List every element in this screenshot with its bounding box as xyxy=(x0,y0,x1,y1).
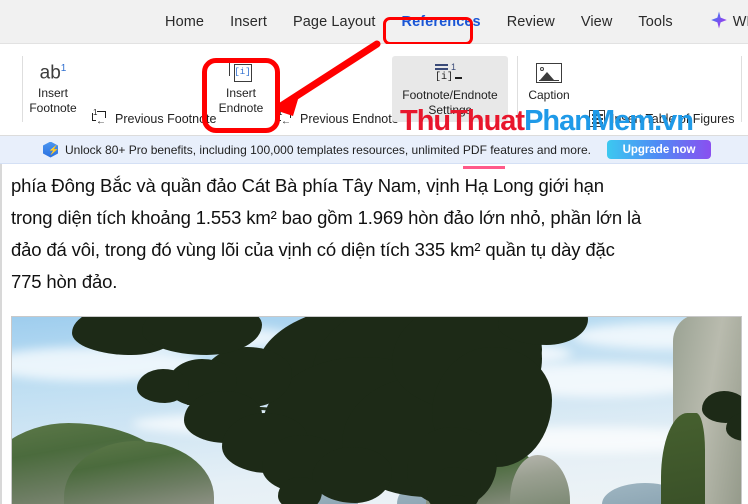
wps-ai-sparkle-icon xyxy=(710,11,728,34)
insert-footnote-label: Insert Footnote xyxy=(29,86,77,115)
insert-endnote-icon: [i] xyxy=(228,56,254,86)
page-left-edge xyxy=(0,164,2,504)
ab-superscript-one-icon: ab1 xyxy=(39,62,67,84)
caption-label: Caption xyxy=(528,88,570,102)
promo-text: Unlock 80+ Pro benefits, including 100,0… xyxy=(65,142,591,157)
ribbon-tab-bar: Home Insert Page Layout References Revie… xyxy=(0,0,748,44)
paragraph-line: đảo đá vôi, trong đó vùng lõi của vịnh c… xyxy=(11,239,615,260)
wps-ai-button[interactable]: WPS xyxy=(710,11,748,34)
footnote-endnote-settings-button[interactable]: 1 [i] Footnote/Endnote Settings xyxy=(392,56,508,122)
tab-view[interactable]: View xyxy=(568,10,626,34)
footnote-endnote-settings-icon: 1 [i] xyxy=(435,58,465,88)
previous-endnote-label: Previous Endnote xyxy=(300,111,399,126)
endnote-mark: [i] xyxy=(233,63,252,82)
wps-office-window: Home Insert Page Layout References Revie… xyxy=(0,0,748,504)
wps-ai-label: WPS xyxy=(732,14,748,30)
picture-caption-icon xyxy=(536,58,562,88)
references-ribbon: ab1 Insert Footnote 1 ← Previous Footnote… xyxy=(0,44,748,157)
tab-insert[interactable]: Insert xyxy=(217,10,280,34)
tab-references[interactable]: References xyxy=(389,10,494,34)
document-canvas[interactable]: phía Đông Bắc và quần đảo Cát Bà phía Tâ… xyxy=(0,164,748,504)
paragraph-line: 775 hòn đảo. xyxy=(11,271,118,292)
insert-table-of-figures-button[interactable]: Insert Table of Figures xyxy=(588,110,734,127)
previous-endnote-button[interactable]: 1 ← Previous Endnote xyxy=(277,108,399,127)
spellcheck-underline xyxy=(463,166,505,169)
document-image[interactable] xyxy=(11,316,742,504)
paragraph-line: trong diện tích khoảng 1.553 km² bao gồm… xyxy=(11,207,642,228)
group-divider-right xyxy=(741,56,742,122)
caption-button[interactable]: Caption xyxy=(518,58,580,103)
previous-footnote-icon: 1 ← xyxy=(92,108,106,127)
tab-tools[interactable]: Tools xyxy=(625,10,685,34)
tab-page-layout[interactable]: Page Layout xyxy=(280,10,389,34)
tab-review[interactable]: Review xyxy=(494,10,568,34)
insert-footnote-button[interactable]: ab1 Insert Footnote xyxy=(9,56,97,116)
previous-endnote-icon: 1 ← xyxy=(277,108,291,127)
halong-bay-photo xyxy=(12,317,741,504)
upgrade-now-button[interactable]: Upgrade now xyxy=(607,140,711,159)
tab-home[interactable]: Home xyxy=(152,10,217,34)
insert-endnote-button[interactable]: [i] Insert Endnote xyxy=(197,56,285,116)
paragraph-line: phía Đông Bắc và quần đảo Cát Bà phía Tâ… xyxy=(11,175,604,196)
footnote-endnote-settings-label: Footnote/Endnote Settings xyxy=(402,88,498,117)
insert-table-of-figures-label: Insert Table of Figures xyxy=(611,111,735,126)
table-of-figures-icon xyxy=(588,110,605,127)
document-paragraph[interactable]: phía Đông Bắc và quần đảo Cát Bà phía Tâ… xyxy=(11,170,731,298)
lightning-badge-icon: ⚡ xyxy=(43,141,59,158)
insert-endnote-label: Insert Endnote xyxy=(218,86,264,115)
